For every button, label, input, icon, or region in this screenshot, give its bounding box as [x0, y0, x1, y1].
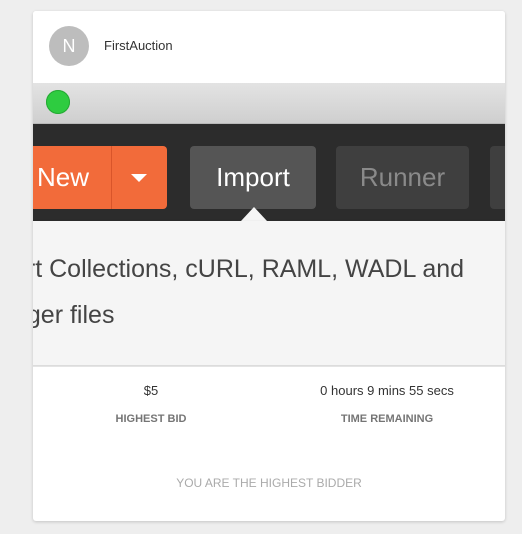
avatar: N	[49, 26, 89, 66]
auction-card: N FirstAuction New Import Runner ort Col…	[33, 11, 505, 521]
highest-bid-label: HIGHEST BID	[115, 413, 187, 425]
highest-bidder-status: YOU ARE THE HIGHEST BIDDER	[176, 476, 362, 490]
new-button: New	[33, 146, 167, 209]
import-button: Import	[190, 146, 316, 209]
tooltip-line-1: ort Collections, cURL, RAML, WADL and	[33, 255, 465, 283]
tooltip-arrow	[241, 207, 267, 221]
tooltip-line-2: gger files	[33, 301, 115, 329]
window-titlebar	[33, 83, 505, 124]
time-remaining-stat: 0 hours 9 mins 55 secs TIME REMAINING	[269, 383, 505, 425]
new-button-label: New	[37, 162, 90, 192]
runner-button: Runner	[336, 146, 469, 209]
toolbar-extra-button	[490, 146, 505, 209]
green-window-dot-icon	[46, 90, 70, 114]
time-remaining-value: 0 hours 9 mins 55 secs	[320, 383, 454, 398]
auction-image: New Import Runner ort Collections, cURL,…	[33, 83, 505, 367]
app-toolbar: New Import Runner	[33, 124, 505, 221]
highest-bid-stat: $5 HIGHEST BID	[33, 383, 269, 425]
highest-bid-value: $5	[143, 383, 159, 398]
caret-down-icon	[111, 146, 167, 209]
auction-title: FirstAuction	[104, 38, 173, 53]
card-header: N FirstAuction	[33, 11, 505, 83]
import-tooltip: ort Collections, cURL, RAML, WADL and gg…	[33, 221, 505, 365]
time-remaining-label: TIME REMAINING	[340, 413, 434, 425]
